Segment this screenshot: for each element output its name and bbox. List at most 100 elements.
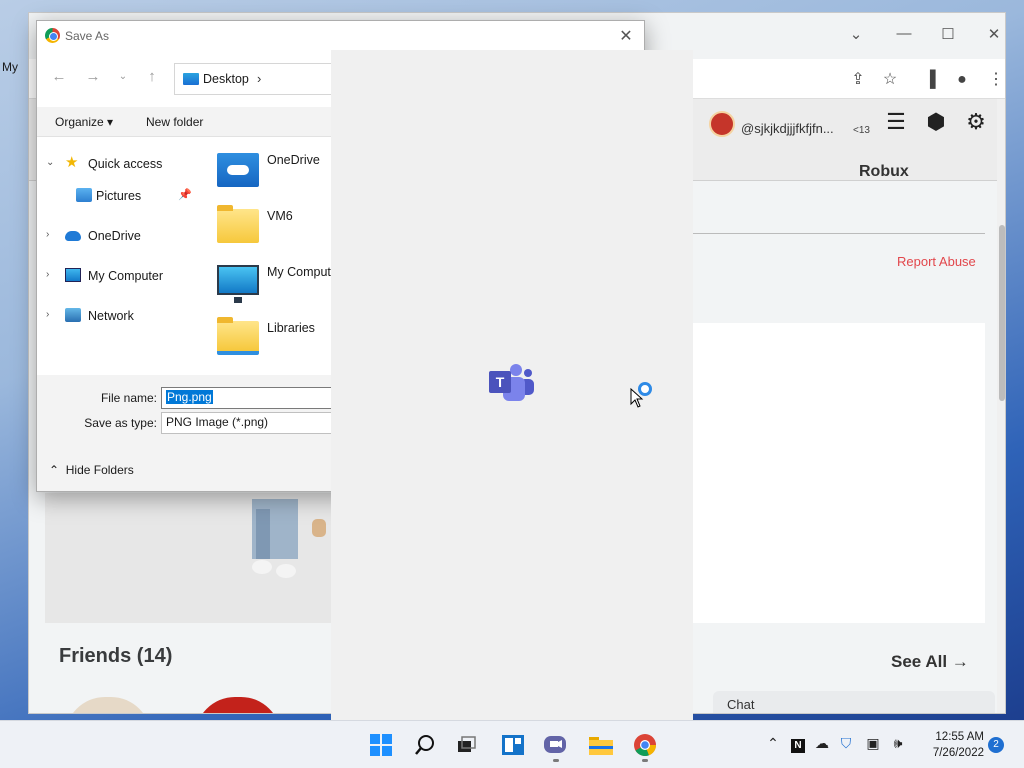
app-tray-icon[interactable]: N: [789, 735, 807, 753]
user-avatar[interactable]: [709, 111, 735, 137]
file-name-label: File name:: [100, 391, 157, 405]
file-name-input[interactable]: Png.png: [161, 387, 341, 409]
chrome-icon: [45, 28, 60, 43]
running-indicator: [642, 759, 648, 762]
file-name: OneDrive: [267, 153, 320, 167]
onedrive-offline-icon[interactable]: ☁: [813, 735, 831, 752]
side-panel-icon[interactable]: ▐: [919, 69, 941, 91]
page-scrollbar[interactable]: [997, 99, 1005, 713]
divider: [693, 233, 985, 234]
tab-search-button[interactable]: ⌄: [833, 25, 879, 43]
see-all-link[interactable]: See All →: [891, 652, 969, 672]
file-name: Libraries: [267, 321, 315, 335]
catalog-icon[interactable]: ☰: [881, 107, 911, 137]
running-indicator: [553, 759, 559, 762]
expanded-chevron-icon[interactable]: ⌄: [46, 157, 54, 168]
address-bar[interactable]: Desktop ›: [174, 63, 334, 95]
avatar-display-panel: [45, 493, 331, 623]
close-icon[interactable]: ✕: [616, 26, 636, 46]
svg-text:T: T: [496, 374, 505, 390]
security-shield-icon[interactable]: ⛉: [837, 735, 855, 752]
cloud-icon: [227, 165, 249, 175]
new-folder-button[interactable]: New folder: [146, 115, 203, 129]
desktop-icon-label[interactable]: My: [2, 60, 18, 74]
task-view-icon[interactable]: [453, 731, 481, 759]
save-as-type-select[interactable]: PNG Image (*.png): [161, 412, 341, 434]
search-icon[interactable]: [411, 731, 439, 759]
pin-icon[interactable]: 📌: [178, 188, 192, 201]
tree-item-pictures[interactable]: Pictures 📌: [37, 185, 205, 209]
collapsed-chevron-icon[interactable]: ›: [46, 309, 49, 320]
cloud-icon: [65, 231, 81, 241]
volume-icon[interactable]: 🕪: [889, 735, 907, 752]
clock-date: 7/26/2022: [932, 747, 984, 759]
profile-icon[interactable]: ●: [951, 69, 973, 91]
chat-bar[interactable]: Chat: [713, 691, 995, 713]
teams-chat-icon[interactable]: [542, 731, 570, 759]
start-icon[interactable]: [367, 731, 395, 759]
tree-item-my-computer[interactable]: › My Computer: [37, 265, 205, 289]
network-icon: [65, 308, 81, 322]
notification-badge[interactable]: 2: [988, 737, 1004, 753]
menu-kebab-icon[interactable]: ⋮: [985, 69, 1005, 91]
tree-item-label: Pictures: [96, 189, 142, 203]
navigation-pane: ⌄ ★ Quick access Pictures 📌 › OneDrive ›…: [37, 137, 207, 375]
friends-heading: Friends (14): [59, 645, 173, 667]
monitor-stand: [234, 297, 242, 303]
hide-folders-label: Hide Folders: [65, 463, 134, 477]
pictures-icon: [76, 188, 92, 202]
dialog-title: Save As: [65, 29, 110, 43]
share-icon[interactable]: ⇪: [847, 69, 869, 91]
robux-icon[interactable]: ⬢: [921, 107, 951, 137]
chrome-icon[interactable]: [631, 731, 659, 759]
forward-arrow-icon[interactable]: →: [83, 68, 103, 85]
bookmark-star-icon[interactable]: ☆: [879, 69, 901, 91]
recent-chevron-icon[interactable]: ⌄: [113, 71, 133, 82]
tree-item-quick-access[interactable]: ⌄ ★ Quick access: [37, 153, 205, 177]
tree-item-label: OneDrive: [88, 229, 141, 243]
friend-avatar[interactable]: [195, 697, 281, 713]
robux-label[interactable]: Robux: [859, 163, 909, 181]
file-name-value[interactable]: Png.png: [166, 390, 213, 404]
hide-folders-button[interactable]: ⌃ Hide Folders: [49, 463, 134, 477]
busy-spinner-icon: [638, 382, 652, 396]
tree-item-label: Quick access: [88, 157, 163, 171]
friend-avatar[interactable]: [65, 697, 151, 713]
show-hidden-icons-chevron-icon[interactable]: ⌃: [764, 735, 782, 752]
collapsed-chevron-icon[interactable]: ›: [46, 269, 49, 280]
breadcrumb-chevron-icon[interactable]: ›: [257, 71, 261, 86]
file-name: My Comput: [267, 265, 331, 279]
tree-item-label: My Computer: [88, 269, 164, 283]
back-arrow-icon[interactable]: ←: [49, 68, 69, 85]
computer-icon: [65, 268, 81, 282]
organize-button[interactable]: Organize ▾: [55, 115, 113, 129]
save-as-type-label: Save as type:: [84, 416, 157, 430]
clock-time: 12:55 AM: [935, 731, 984, 743]
tree-item-network[interactable]: › Network: [37, 305, 205, 329]
star-icon: ★: [65, 154, 79, 171]
tree-item-onedrive[interactable]: › OneDrive: [37, 225, 205, 249]
scrollbar-thumb[interactable]: [999, 225, 1005, 401]
minimize-button[interactable]: —: [881, 25, 927, 42]
username[interactable]: @sjkjkdjjjfkfjfn...: [741, 121, 834, 136]
chevron-up-icon: ⌃: [49, 463, 66, 477]
collapsed-chevron-icon[interactable]: ›: [46, 229, 49, 240]
report-abuse-link[interactable]: Report Abuse: [897, 254, 976, 269]
file-explorer-icon[interactable]: [587, 731, 615, 759]
profile-content-panel: [693, 323, 985, 623]
widgets-icon[interactable]: [499, 731, 527, 759]
settings-gear-icon[interactable]: ⚙: [961, 107, 991, 137]
desktop-icon: [183, 73, 199, 85]
close-button[interactable]: ✕: [971, 25, 1005, 43]
address-location[interactable]: Desktop: [203, 72, 249, 86]
onedrive-folder-icon: [217, 153, 259, 187]
dialog-titlebar: Save As ✕: [37, 21, 644, 51]
teams-icon: T: [489, 364, 534, 401]
clock[interactable]: 12:55 AM 7/26/2022: [912, 729, 984, 761]
up-arrow-icon[interactable]: ↑: [142, 68, 162, 85]
age-badge: <13: [853, 125, 870, 136]
network-icon[interactable]: ▣: [864, 735, 882, 752]
maximize-button[interactable]: ☐: [925, 25, 971, 43]
folder-icon: [217, 205, 259, 243]
computer-icon: [217, 265, 259, 295]
